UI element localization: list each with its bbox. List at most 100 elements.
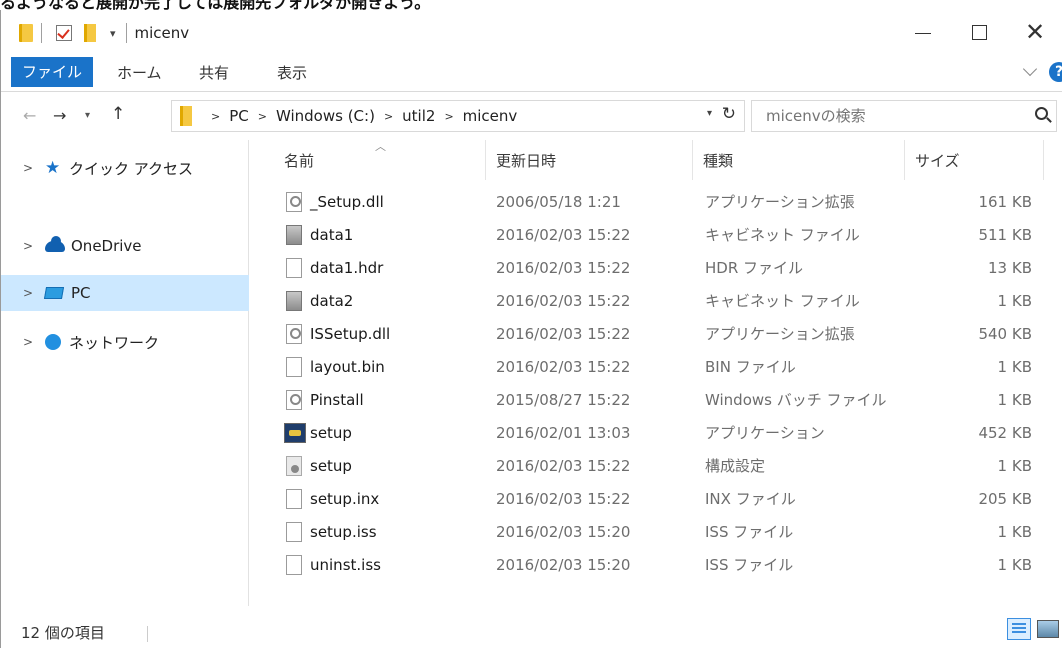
breadcrumb-chevron-icon[interactable]: > [258, 110, 267, 123]
file-type: INX ファイル [705, 490, 796, 508]
file-size: 1 KB [997, 391, 1032, 409]
toolbar-divider [41, 23, 42, 43]
tab-view[interactable]: 表示 [277, 59, 307, 87]
file-name: uninst.iss [310, 556, 381, 574]
settings-file-icon [286, 456, 302, 476]
file-date: 2016/02/03 15:22 [496, 457, 631, 475]
back-arrow-icon[interactable]: ← [23, 106, 36, 125]
file-row[interactable]: data1 2016/02/03 15:22 キャビネット ファイル 511 K… [250, 219, 1062, 252]
recent-locations-icon[interactable]: ▾ [85, 110, 90, 121]
column-header-label: サイズ [915, 151, 960, 170]
file-size: 511 KB [978, 226, 1032, 244]
status-bar: 12 個の項目 [1, 616, 1062, 648]
address-bar[interactable]: > PC > Windows (C:) > util2 > micenv ▾ ↻ [171, 100, 745, 132]
file-name: setup.inx [310, 490, 380, 508]
file-size: 205 KB [978, 490, 1032, 508]
file-size: 1 KB [997, 457, 1032, 475]
expand-chevron-icon[interactable]: > [23, 286, 45, 300]
search-box [751, 100, 1057, 132]
file-row[interactable]: layout.bin 2016/02/03 15:22 BIN ファイル 1 K… [250, 351, 1062, 384]
file-name: Pinstall [310, 391, 364, 409]
dll-icon [286, 192, 302, 212]
expand-ribbon-icon[interactable] [1022, 61, 1038, 77]
address-dropdown-icon[interactable]: ▾ [707, 108, 712, 119]
file-row[interactable]: setup 2016/02/03 15:22 構成設定 1 KB [250, 450, 1062, 483]
file-size: 1 KB [997, 523, 1032, 541]
expand-chevron-icon[interactable]: > [23, 335, 45, 349]
file-date: 2016/02/03 15:22 [496, 490, 631, 508]
sidebar-item-network[interactable]: > ネットワーク [1, 324, 249, 360]
file-name: data2 [310, 292, 354, 310]
file-icon [286, 357, 302, 377]
minimize-button[interactable] [895, 10, 951, 54]
star-icon: ★ [45, 158, 61, 178]
sidebar-item-label: ネットワーク [69, 333, 160, 352]
file-row[interactable]: setup.inx 2016/02/03 15:22 INX ファイル 205 … [250, 483, 1062, 516]
file-row[interactable]: setup 2016/02/01 13:03 アプリケーション 452 KB [250, 417, 1062, 450]
column-header-date[interactable]: 更新日時 [486, 140, 693, 180]
breadcrumb-chevron-icon[interactable]: > [444, 110, 453, 123]
file-type: 構成設定 [705, 457, 766, 475]
column-header-type[interactable]: 種類 [693, 140, 905, 180]
expand-chevron-icon[interactable]: > [23, 161, 45, 175]
tab-share[interactable]: 共有 [199, 59, 229, 87]
toolbar-divider [125, 23, 127, 43]
file-row[interactable]: _Setup.dll 2006/05/18 1:21 アプリケーション拡張 16… [250, 186, 1062, 219]
maximize-button[interactable] [951, 10, 1007, 54]
breadcrumb-chevron-icon[interactable]: > [384, 110, 393, 123]
forward-arrow-icon[interactable]: → [53, 106, 66, 125]
search-input[interactable] [766, 107, 1016, 125]
file-row[interactable]: data1.hdr 2016/02/03 15:22 HDR ファイル 13 K… [250, 252, 1062, 285]
batch-icon [286, 390, 302, 410]
file-size: 540 KB [978, 325, 1032, 343]
file-row[interactable]: Pinstall 2015/08/27 15:22 Windows バッチ ファ… [250, 384, 1062, 417]
file-size: 161 KB [978, 193, 1032, 211]
breadcrumb-pc[interactable]: PC [229, 107, 249, 125]
large-icons-view-icon[interactable] [1037, 620, 1059, 638]
cloud-icon [45, 235, 65, 252]
sidebar-item-pc[interactable]: > PC [1, 275, 249, 311]
tab-home[interactable]: ホーム [117, 59, 162, 87]
installer-icon [284, 423, 306, 443]
file-name: ISSetup.dll [310, 325, 391, 343]
file-size: 1 KB [997, 292, 1032, 310]
navigation-bar: ← → ▾ ↑ > PC > Windows (C:) > util2 > mi… [1, 92, 1062, 140]
dll-icon [286, 324, 302, 344]
up-arrow-icon[interactable]: ↑ [111, 104, 125, 124]
breadcrumb-util2[interactable]: util2 [402, 107, 435, 125]
file-type: キャビネット ファイル [705, 292, 860, 310]
file-type: ISS ファイル [705, 523, 794, 541]
refresh-icon[interactable]: ↻ [722, 104, 736, 124]
close-button[interactable]: ✕ [1007, 10, 1062, 54]
folder-icon [180, 106, 192, 126]
breadcrumb-drive[interactable]: Windows (C:) [276, 107, 375, 125]
cabinet-icon [286, 291, 302, 311]
new-folder-icon[interactable] [84, 24, 96, 42]
sidebar-item-quick-access[interactable]: > ★ クイック アクセス [1, 150, 249, 186]
details-view-icon[interactable] [1007, 618, 1031, 640]
customize-dropdown-icon[interactable]: ▾ [110, 27, 116, 40]
quick-access-toolbar: ▾ micenv [19, 22, 189, 44]
expand-chevron-icon[interactable]: > [23, 239, 45, 253]
column-header-label: 更新日時 [496, 151, 557, 170]
breadcrumb-micenv[interactable]: micenv [463, 107, 518, 125]
sidebar-item-onedrive[interactable]: > OneDrive [1, 228, 249, 264]
file-name: _Setup.dll [310, 193, 384, 211]
search-icon[interactable] [1035, 107, 1048, 120]
file-row[interactable]: data2 2016/02/03 15:22 キャビネット ファイル 1 KB [250, 285, 1062, 318]
properties-icon[interactable] [56, 25, 72, 41]
file-size: 1 KB [997, 358, 1032, 376]
column-header-name[interactable]: 名前 [274, 140, 486, 180]
column-header-size[interactable]: サイズ [905, 140, 1044, 180]
file-type: Windows バッチ ファイル [705, 391, 887, 409]
file-row[interactable]: uninst.iss 2016/02/03 15:20 ISS ファイル 1 K… [250, 549, 1062, 582]
tab-file[interactable]: ファイル [11, 57, 93, 87]
file-name: setup [310, 457, 352, 475]
file-row[interactable]: ISSetup.dll 2016/02/03 15:22 アプリケーション拡張 … [250, 318, 1062, 351]
file-date: 2016/02/03 15:22 [496, 292, 631, 310]
file-date: 2016/02/03 15:20 [496, 523, 631, 541]
help-icon[interactable]: ? [1049, 62, 1062, 82]
breadcrumb-chevron-icon[interactable]: > [211, 110, 220, 123]
file-row[interactable]: setup.iss 2016/02/03 15:20 ISS ファイル 1 KB [250, 516, 1062, 549]
column-header-label: 名前 [284, 151, 315, 170]
